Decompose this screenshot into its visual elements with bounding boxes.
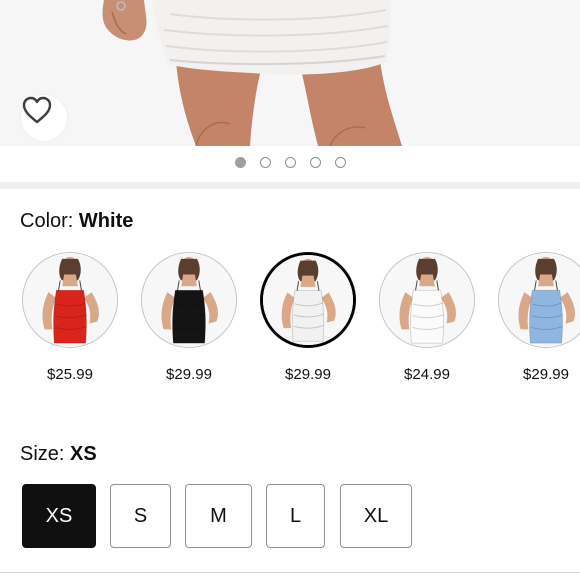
color-swatch-black[interactable] <box>141 252 237 348</box>
heart-outline-icon <box>22 96 52 124</box>
add-to-list-button[interactable] <box>21 95 67 141</box>
size-option-s[interactable]: S <box>110 484 171 548</box>
swatch-price: $25.99 <box>47 366 93 383</box>
color-label-text: Color: <box>20 210 74 232</box>
pager-dot[interactable] <box>234 157 246 168</box>
color-selected-value: White <box>78 210 134 232</box>
swatch-price: $29.99 <box>523 366 569 383</box>
swatch-price: $29.99 <box>285 366 331 383</box>
product-image-carousel[interactable] <box>0 0 580 146</box>
product-photo <box>102 0 402 146</box>
section-divider <box>0 182 580 189</box>
swatch-price: $24.99 <box>404 366 450 383</box>
size-label-text: Size: <box>20 443 65 465</box>
size-option-xs[interactable]: XS <box>22 484 96 548</box>
size-option-xl[interactable]: XL <box>340 484 412 548</box>
dress-thumbnail <box>380 253 474 347</box>
size-selected-value: XS <box>70 443 97 465</box>
swatch-price: $29.99 <box>166 366 212 383</box>
dress-thumbnail <box>499 253 580 347</box>
dress-thumbnail <box>23 253 117 347</box>
size-option-l[interactable]: L <box>266 484 325 548</box>
product-detail-page: Color: White $25.99 $29.99 $29.99 $24.99 $29… <box>0 0 580 580</box>
pager-dot[interactable] <box>284 157 296 168</box>
dress-thumbnail <box>263 255 353 345</box>
size-option-m[interactable]: M <box>185 484 252 548</box>
section-divider-bottom <box>0 572 580 573</box>
size-heading: Size: XS <box>20 442 97 466</box>
pager-dot[interactable] <box>334 157 346 168</box>
color-heading: Color: White <box>20 209 133 233</box>
pager-dot[interactable] <box>259 157 271 168</box>
color-swatch-white[interactable] <box>260 252 356 348</box>
color-swatch-white-2[interactable] <box>379 252 475 348</box>
pager-dot[interactable] <box>309 157 321 168</box>
image-pager <box>0 157 580 171</box>
color-swatch-red[interactable] <box>22 252 118 348</box>
color-swatch-light-blue[interactable] <box>498 252 580 348</box>
dress-thumbnail <box>142 253 236 347</box>
